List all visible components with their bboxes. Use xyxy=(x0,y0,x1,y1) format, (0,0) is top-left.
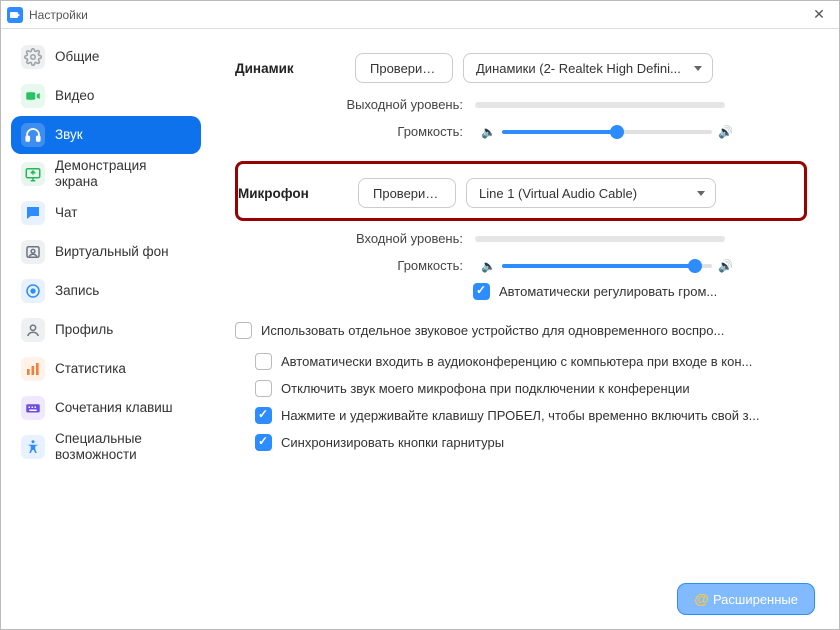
profile-icon xyxy=(21,318,45,342)
test-mic-button[interactable]: Проверить ... xyxy=(358,178,456,208)
volume-up-icon: 🔊 xyxy=(718,125,733,139)
sidebar-item-label: Специальные возможности xyxy=(55,431,191,462)
output-level-row: Выходной уровень: xyxy=(235,97,807,112)
space-unmute-label: Нажмите и удерживайте клавишу ПРОБЕЛ, чт… xyxy=(281,408,759,423)
test-speaker-button[interactable]: Проверить ... xyxy=(355,53,453,83)
options-section: Использовать отдельное звуковое устройст… xyxy=(235,322,807,451)
sync-headset-label: Синхронизировать кнопки гарнитуры xyxy=(281,435,504,450)
speaker-label: Динамик xyxy=(235,61,355,76)
keyboard-icon xyxy=(21,396,45,420)
sidebar: Общие Видео Звук Демонстрация экрана xyxy=(1,29,211,629)
separate-audio-checkbox[interactable] xyxy=(235,322,252,339)
window-title: Настройки xyxy=(29,8,805,22)
mic-volume-label: Громкость: xyxy=(335,258,475,273)
options-group: Автоматически входить в аудиоконференцию… xyxy=(235,353,807,451)
speaker-volume-slider[interactable] xyxy=(502,130,712,134)
output-level-label: Выходной уровень: xyxy=(335,97,475,112)
sidebar-item-label: Звук xyxy=(55,127,83,143)
sidebar-item-share[interactable]: Демонстрация экрана xyxy=(11,155,201,193)
output-level-meter xyxy=(475,102,725,108)
virtual-bg-icon xyxy=(21,240,45,264)
sidebar-item-label: Демонстрация экрана xyxy=(55,158,191,189)
mic-volume-row: Громкость: 🔈 🔊 xyxy=(235,258,807,273)
sync-headset-checkbox[interactable] xyxy=(255,434,272,451)
input-level-meter xyxy=(475,236,725,242)
advanced-button[interactable]: Расширенные xyxy=(677,583,815,615)
option-auto-join: Автоматически входить в аудиоконференцию… xyxy=(255,353,807,370)
microphone-highlight: Микрофон Проверить ... Line 1 (Virtual A… xyxy=(235,161,807,221)
input-level-label: Входной уровень: xyxy=(335,231,475,246)
sidebar-item-label: Видео xyxy=(55,88,94,104)
sidebar-item-profile[interactable]: Профиль xyxy=(11,311,201,349)
mic-device-dropdown[interactable]: Line 1 (Virtual Audio Cable) xyxy=(466,178,716,208)
sidebar-item-label: Общие xyxy=(55,49,99,65)
mute-mic-checkbox[interactable] xyxy=(255,380,272,397)
sidebar-item-label: Статистика xyxy=(55,361,126,377)
main-panel: Динамик Проверить ... Динамики (2- Realt… xyxy=(211,29,839,629)
auto-adjust-row: Автоматически регулировать гром... xyxy=(235,283,807,300)
sidebar-item-video[interactable]: Видео xyxy=(11,77,201,115)
auto-adjust-checkbox[interactable] xyxy=(473,283,490,300)
sidebar-item-label: Профиль xyxy=(55,322,113,338)
space-unmute-checkbox[interactable] xyxy=(255,407,272,424)
speaker-volume-row: Громкость: 🔈 🔊 xyxy=(235,124,807,139)
auto-join-label: Автоматически входить в аудиоконференцию… xyxy=(281,354,752,369)
mic-device-value: Line 1 (Virtual Audio Cable) xyxy=(479,186,637,201)
mic-row: Микрофон Проверить ... Line 1 (Virtual A… xyxy=(238,178,792,208)
sidebar-item-label: Запись xyxy=(55,283,99,299)
body: Общие Видео Звук Демонстрация экрана xyxy=(1,29,839,629)
sidebar-item-label: Виртуальный фон xyxy=(55,244,169,260)
speaker-device-dropdown[interactable]: Динамики (2- Realtek High Defini... xyxy=(463,53,713,83)
speaker-row: Динамик Проверить ... Динамики (2- Realt… xyxy=(235,53,807,83)
sidebar-item-statistics[interactable]: Статистика xyxy=(11,350,201,388)
auto-adjust-label: Автоматически регулировать гром... xyxy=(499,284,717,299)
advanced-button-label: Расширенные xyxy=(713,592,798,607)
stats-icon xyxy=(21,357,45,381)
option-space-unmute: Нажмите и удерживайте клавишу ПРОБЕЛ, чт… xyxy=(255,407,807,424)
separate-audio-label: Использовать отдельное звуковое устройст… xyxy=(261,323,724,338)
titlebar: Настройки ✕ xyxy=(1,1,839,29)
sidebar-item-label: Сочетания клавиш xyxy=(55,400,173,416)
gear-icon xyxy=(21,45,45,69)
close-icon[interactable]: ✕ xyxy=(805,6,833,23)
sidebar-item-virtualbg[interactable]: Виртуальный фон xyxy=(11,233,201,271)
settings-window: Настройки ✕ Общие Видео Звук xyxy=(0,0,840,630)
option-sync-headset: Синхронизировать кнопки гарнитуры xyxy=(255,434,807,451)
video-icon xyxy=(21,84,45,108)
record-icon xyxy=(21,279,45,303)
mic-label: Микрофон xyxy=(238,186,358,201)
mic-volume-slider[interactable] xyxy=(502,264,712,268)
volume-down-icon: 🔈 xyxy=(481,125,496,139)
mute-mic-label: Отключить звук моего микрофона при подкл… xyxy=(281,381,690,396)
app-icon xyxy=(7,7,23,23)
headphones-icon xyxy=(21,123,45,147)
accessibility-icon xyxy=(21,435,45,459)
speaker-volume-label: Громкость: xyxy=(335,124,475,139)
chat-icon xyxy=(21,201,45,225)
sidebar-item-audio[interactable]: Звук xyxy=(11,116,201,154)
sidebar-item-general[interactable]: Общие xyxy=(11,38,201,76)
volume-down-icon: 🔈 xyxy=(481,259,496,273)
sidebar-item-accessibility[interactable]: Специальные возможности xyxy=(11,428,201,466)
volume-up-icon: 🔊 xyxy=(718,259,733,273)
share-screen-icon xyxy=(21,162,45,186)
option-mute-mic: Отключить звук моего микрофона при подкл… xyxy=(255,380,807,397)
option-separate-audio: Использовать отдельное звуковое устройст… xyxy=(235,322,807,339)
sidebar-item-label: Чат xyxy=(55,205,77,221)
sidebar-item-shortcuts[interactable]: Сочетания клавиш xyxy=(11,389,201,427)
sidebar-item-chat[interactable]: Чат xyxy=(11,194,201,232)
sidebar-item-recording[interactable]: Запись xyxy=(11,272,201,310)
input-level-row: Входной уровень: xyxy=(235,231,807,246)
speaker-device-value: Динамики (2- Realtek High Defini... xyxy=(476,61,681,76)
auto-join-checkbox[interactable] xyxy=(255,353,272,370)
